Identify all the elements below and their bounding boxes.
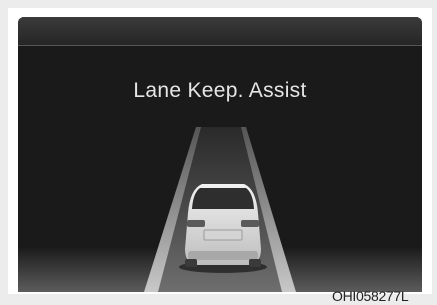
vehicle-bumper xyxy=(188,251,258,260)
vehicle-rear-window xyxy=(192,188,254,209)
vehicle-rear-icon xyxy=(179,184,267,273)
vehicle-license-plate xyxy=(203,229,243,241)
cluster-display: Lane Keep. Assist xyxy=(18,17,422,292)
vehicle-right-wheel xyxy=(249,259,261,267)
display-title: Lane Keep. Assist xyxy=(133,79,307,102)
lane-road-icon xyxy=(18,127,422,292)
vehicle-left-wheel xyxy=(185,259,197,267)
figure-code: OHI058277L xyxy=(332,288,409,304)
vehicle-left-taillight xyxy=(187,220,205,227)
vehicle-right-taillight xyxy=(241,220,259,227)
